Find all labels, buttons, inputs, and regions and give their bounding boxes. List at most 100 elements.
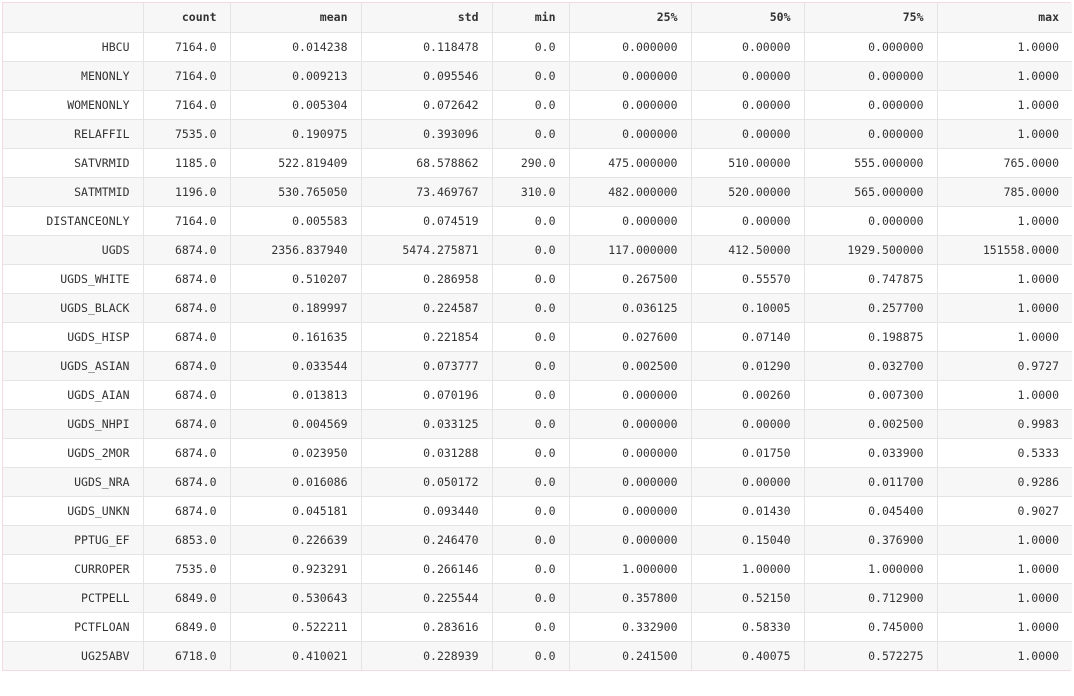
- table-cell: 0.009213: [230, 61, 362, 91]
- table-header: count mean std min 25% 50% 75% max: [3, 3, 1072, 33]
- table-cell: 1.0000: [937, 264, 1072, 294]
- table-cell: 0.10005: [691, 293, 805, 323]
- table-cell: 68.578862: [361, 148, 493, 178]
- table-cell: 7535.0: [143, 554, 231, 584]
- table-cell: 6874.0: [143, 409, 231, 439]
- table-cell: 6874.0: [143, 264, 231, 294]
- table-cell: 0.005304: [230, 90, 362, 120]
- table-body: HBCU 7164.0 0.014238 0.118478 0.0 0.000000 0.0…: [3, 32, 1072, 670]
- table-cell: 0.221854: [361, 322, 493, 352]
- table-cell: 0.510207: [230, 264, 362, 294]
- table-cell: 0.9727: [937, 351, 1072, 381]
- table-cell: 1.0000: [937, 554, 1072, 584]
- table-cell: 0.190975: [230, 119, 362, 149]
- table-cell: 530.765050: [230, 177, 362, 207]
- table-row: MENONLY 7164.0 0.009213 0.095546 0.0 0.000000…: [3, 61, 1072, 91]
- table-cell: 412.50000: [691, 235, 805, 265]
- table-cell: 1.0000: [937, 119, 1072, 149]
- table-cell: 7535.0: [143, 119, 231, 149]
- table-cell: 0.257700: [804, 293, 938, 323]
- row-label: DISTANCEONLY: [3, 206, 144, 236]
- table-cell: 0.9983: [937, 409, 1072, 439]
- table-cell: 0.011700: [804, 467, 938, 497]
- table-cell: 0.283616: [361, 612, 493, 642]
- index-header-cell: [3, 3, 144, 33]
- table-cell: 6853.0: [143, 525, 231, 555]
- table-row: UGDS_NRA 6874.0 0.016086 0.050172 0.0 0.00000…: [3, 467, 1072, 497]
- row-label: UG25ABV: [3, 641, 144, 670]
- table-cell: 0.014238: [230, 32, 362, 62]
- table-cell: 6874.0: [143, 380, 231, 410]
- table-cell: 0.410021: [230, 641, 362, 670]
- table-row: PCTFLOAN 6849.0 0.522211 0.283616 0.0 0.33290…: [3, 612, 1072, 642]
- table-cell: 1.0000: [937, 32, 1072, 62]
- table-cell: 0.002500: [804, 409, 938, 439]
- table-row: HBCU 7164.0 0.014238 0.118478 0.0 0.000000 0.0…: [3, 32, 1072, 62]
- table-cell: 0.58330: [691, 612, 805, 642]
- table-cell: 565.000000: [804, 177, 938, 207]
- table-cell: 0.005583: [230, 206, 362, 236]
- table-cell: 0.070196: [361, 380, 493, 410]
- row-label: UGDS_HISP: [3, 322, 144, 352]
- table-cell: 1.0000: [937, 61, 1072, 91]
- row-label: MENONLY: [3, 61, 144, 91]
- row-label: PCTFLOAN: [3, 612, 144, 642]
- table-cell: 117.000000: [569, 235, 692, 265]
- table-cell: 1.000000: [569, 554, 692, 584]
- row-label: WOMENONLY: [3, 90, 144, 120]
- table-cell: 6874.0: [143, 293, 231, 323]
- table-cell: 0.357800: [569, 583, 692, 613]
- row-label: UGDS_NHPI: [3, 409, 144, 439]
- table-cell: 0.0: [492, 612, 570, 642]
- table-cell: 6874.0: [143, 322, 231, 352]
- column-header: max: [937, 3, 1072, 33]
- row-label: PCTPELL: [3, 583, 144, 613]
- table-cell: 0.01430: [691, 496, 805, 526]
- table-cell: 1.0000: [937, 206, 1072, 236]
- row-label: SATMTMID: [3, 177, 144, 207]
- table-cell: 1.0000: [937, 90, 1072, 120]
- row-label: UGDS_UNKN: [3, 496, 144, 526]
- table-cell: 1.0000: [937, 293, 1072, 323]
- table-cell: 0.073777: [361, 351, 493, 381]
- table-cell: 0.00000: [691, 61, 805, 91]
- table-cell: 0.023950: [230, 438, 362, 468]
- table-cell: 0.000000: [569, 90, 692, 120]
- table-cell: 0.0: [492, 32, 570, 62]
- table-cell: 522.819409: [230, 148, 362, 178]
- table-cell: 0.027600: [569, 322, 692, 352]
- table-cell: 0.0: [492, 322, 570, 352]
- table-cell: 0.00000: [691, 32, 805, 62]
- table-cell: 0.033900: [804, 438, 938, 468]
- table-cell: 0.0: [492, 641, 570, 670]
- table-row: UGDS_AIAN 6874.0 0.013813 0.070196 0.0 0.0000…: [3, 380, 1072, 410]
- table-row: UGDS_UNKN 6874.0 0.045181 0.093440 0.0 0.0000…: [3, 496, 1072, 526]
- table-cell: 6874.0: [143, 235, 231, 265]
- table-cell: 0.52150: [691, 583, 805, 613]
- table-cell: 1.0000: [937, 583, 1072, 613]
- table-cell: 765.0000: [937, 148, 1072, 178]
- table-cell: 0.01290: [691, 351, 805, 381]
- table-cell: 0.522211: [230, 612, 362, 642]
- table-cell: 5474.275871: [361, 235, 493, 265]
- table-cell: 6874.0: [143, 467, 231, 497]
- row-label: UGDS_WHITE: [3, 264, 144, 294]
- table-cell: 0.0: [492, 90, 570, 120]
- table-cell: 0.036125: [569, 293, 692, 323]
- table-cell: 7164.0: [143, 61, 231, 91]
- table-cell: 0.004569: [230, 409, 362, 439]
- table-cell: 0.530643: [230, 583, 362, 613]
- table-cell: 0.031288: [361, 438, 493, 468]
- table-cell: 0.118478: [361, 32, 493, 62]
- row-label: UGDS_BLACK: [3, 293, 144, 323]
- table-cell: 0.15040: [691, 525, 805, 555]
- table-cell: 0.00260: [691, 380, 805, 410]
- row-label: SATVRMID: [3, 148, 144, 178]
- row-label: HBCU: [3, 32, 144, 62]
- table-cell: 0.000000: [569, 380, 692, 410]
- table-row: UGDS_HISP 6874.0 0.161635 0.221854 0.0 0.0276…: [3, 322, 1072, 352]
- table-row: UGDS_2MOR 6874.0 0.023950 0.031288 0.0 0.0000…: [3, 438, 1072, 468]
- column-header: 25%: [569, 3, 692, 33]
- table-row: PCTPELL 6849.0 0.530643 0.225544 0.0 0.357800…: [3, 583, 1072, 613]
- table-cell: 0.000000: [569, 438, 692, 468]
